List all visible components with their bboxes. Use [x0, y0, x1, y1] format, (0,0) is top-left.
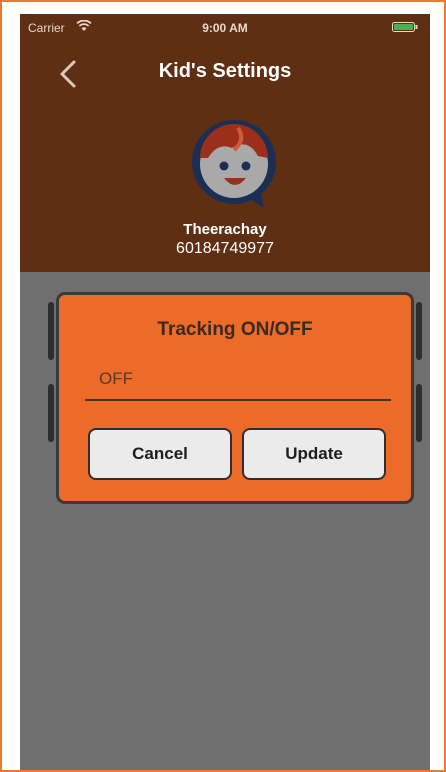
- background-control-left-top: [48, 302, 54, 360]
- background-control-left-bottom: [48, 384, 54, 442]
- kid-name: Theerachay: [183, 221, 267, 238]
- background-control-right-bottom: [416, 384, 422, 442]
- status-time: 9:00 AM: [202, 21, 248, 35]
- device-frame: Carrier 9:00 AM Kid's Settings Theeracha…: [0, 0, 446, 772]
- status-bar: Carrier 9:00 AM: [20, 14, 430, 40]
- cancel-button[interactable]: Cancel: [88, 428, 232, 480]
- page-title: Kid's Settings: [158, 60, 292, 82]
- app-screen: Carrier 9:00 AM Kid's Settings Theeracha…: [20, 14, 430, 770]
- header: Carrier 9:00 AM Kid's Settings Theeracha…: [20, 14, 430, 272]
- kid-phone: 60184749977: [176, 240, 274, 257]
- dialog-title: Tracking ON/OFF: [157, 319, 313, 340]
- battery-icon: [392, 22, 418, 32]
- tracking-dialog: Tracking ON/OFF Cancel Update: [56, 292, 414, 504]
- update-button[interactable]: Update: [242, 428, 386, 480]
- tracking-input[interactable]: [85, 361, 391, 397]
- background-control-right-top: [416, 302, 422, 360]
- kid-face-chat-icon: [192, 120, 276, 208]
- nav-bar: Kid's Settings: [20, 52, 430, 92]
- input-underline: [85, 399, 391, 401]
